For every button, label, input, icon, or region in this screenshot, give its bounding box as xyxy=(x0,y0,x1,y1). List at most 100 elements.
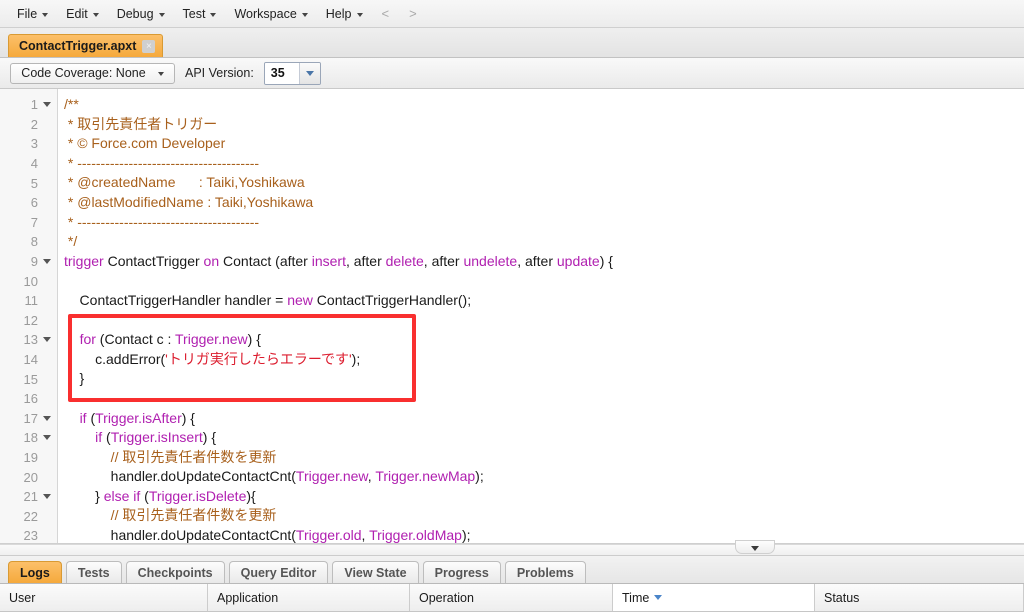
code-line[interactable]: * 取引先責任者トリガー xyxy=(64,115,1024,135)
column-header-label: Time xyxy=(622,590,650,605)
editor-tab-contacttrigger[interactable]: ContactTrigger.apxt × xyxy=(8,34,164,57)
line-number-row: 22 xyxy=(0,506,57,526)
code-token-pln: , after xyxy=(423,252,464,269)
code-token-pln: ContactTriggerHandler(); xyxy=(312,291,472,308)
bottom-tab-label: Checkpoints xyxy=(137,565,213,580)
api-version-select[interactable]: 35 xyxy=(263,61,321,85)
code-coverage-dropdown[interactable]: Code Coverage: None xyxy=(10,62,175,84)
column-header-time[interactable]: Time xyxy=(613,584,815,611)
line-number: 23 xyxy=(23,528,38,544)
fold-toggle-icon[interactable] xyxy=(41,337,53,343)
sort-descending-icon xyxy=(654,595,663,600)
line-number: 13 xyxy=(23,332,38,348)
code-token-cmt: /** xyxy=(64,96,79,112)
code-line[interactable]: c.addError('トリガ実行したらエラーです'); xyxy=(64,350,1024,370)
code-token-kw: undelete xyxy=(463,252,518,269)
column-header-status[interactable]: Status xyxy=(815,584,1024,611)
line-number-row: 20 xyxy=(0,467,57,487)
code-line[interactable]: if (Trigger.isInsert) { xyxy=(64,428,1024,448)
column-header-user[interactable]: User xyxy=(0,584,208,611)
code-line[interactable]: * --------------------------------------… xyxy=(64,154,1024,174)
api-version-value: 35 xyxy=(264,62,299,84)
menu-item-file[interactable]: File xyxy=(8,5,57,23)
code-line[interactable]: * --------------------------------------… xyxy=(64,213,1024,233)
code-line[interactable] xyxy=(64,311,1024,331)
code-token-pln: ContactTrigger xyxy=(103,252,204,269)
line-number-row: 8 xyxy=(0,232,57,252)
column-header-label: User xyxy=(9,590,36,605)
code-line[interactable]: ContactTriggerHandler handler = new Cont… xyxy=(64,291,1024,311)
line-number-row: 6 xyxy=(0,193,57,213)
code-token-kw: Trigger.oldMap xyxy=(369,527,462,543)
fold-toggle-icon[interactable] xyxy=(41,415,53,421)
code-line[interactable]: handler.doUpdateContactCnt(Trigger.new, … xyxy=(64,467,1024,487)
line-number-row: 23 xyxy=(0,526,57,544)
code-token-kw: update xyxy=(556,252,600,269)
editor-toolbar: Code Coverage: None API Version: 35 xyxy=(0,58,1024,89)
code-line[interactable]: * © Force.com Developer xyxy=(64,134,1024,154)
code-line[interactable] xyxy=(64,271,1024,291)
code-editor[interactable]: 1 2 3 4 5 6 7 8 9 10 11 12 13 14 15 16 17 18 19 20 21 22 23 /*… xyxy=(0,89,1024,544)
code-token-pln: , after xyxy=(517,252,557,269)
code-token-kw: Trigger.new xyxy=(175,331,248,348)
bottom-tab-progress[interactable]: Progress xyxy=(422,561,501,583)
code-content[interactable]: /** * 取引先責任者トリガー * © Force.com Developer… xyxy=(58,89,1024,543)
code-token-pln: ); xyxy=(461,527,471,543)
line-number: 10 xyxy=(23,273,38,289)
bottom-tab-label: Progress xyxy=(434,565,489,580)
column-header-operation[interactable]: Operation xyxy=(410,584,613,611)
code-token-pln: ) { xyxy=(599,252,613,269)
nav-previous-icon[interactable]: < xyxy=(372,4,400,23)
bottom-tab-checkpoints[interactable]: Checkpoints xyxy=(125,561,225,583)
code-line[interactable]: // 取引先責任者件数を更新 xyxy=(64,506,1024,526)
menu-item-workspace[interactable]: Workspace xyxy=(225,5,316,23)
menu-item-workspace-label: Workspace xyxy=(234,6,297,21)
line-number-row: 12 xyxy=(0,311,57,331)
editor-tab-strip: ContactTrigger.apxt × xyxy=(0,28,1024,58)
line-number-row: 1 xyxy=(0,95,57,115)
code-line[interactable]: // 取引先責任者件数を更新 xyxy=(64,448,1024,468)
fold-toggle-icon[interactable] xyxy=(41,102,53,108)
code-token-kw: else if xyxy=(103,487,141,504)
menu-item-edit[interactable]: Edit xyxy=(57,5,108,23)
bottom-tab-problems[interactable]: Problems xyxy=(504,561,586,583)
code-token-str: 'トリガ実行したらエラーです' xyxy=(165,350,352,367)
code-token-pln xyxy=(64,429,95,445)
line-number: 4 xyxy=(30,156,38,172)
menu-item-test[interactable]: Test xyxy=(174,5,226,23)
code-line[interactable]: } xyxy=(64,369,1024,389)
code-line[interactable]: } else if (Trigger.isDelete){ xyxy=(64,487,1024,507)
bottom-tab-view-state[interactable]: View State xyxy=(332,561,419,583)
fold-toggle-icon[interactable] xyxy=(41,494,53,500)
code-token-kw: Trigger.isAfter xyxy=(95,409,182,426)
line-number: 6 xyxy=(30,195,38,211)
code-line[interactable]: */ xyxy=(64,232,1024,252)
nav-next-icon[interactable]: > xyxy=(399,4,427,23)
column-header-application[interactable]: Application xyxy=(208,584,410,611)
code-line[interactable]: for (Contact c : Trigger.new) { xyxy=(64,330,1024,350)
code-line[interactable]: handler.doUpdateContactCnt(Trigger.old, … xyxy=(64,526,1024,543)
chevron-down-icon xyxy=(158,12,165,17)
bottom-tab-query-editor[interactable]: Query Editor xyxy=(228,561,329,583)
menu-item-help[interactable]: Help xyxy=(317,5,372,23)
bottom-tab-logs[interactable]: Logs xyxy=(8,561,62,583)
code-line[interactable]: trigger ContactTrigger on Contact (after… xyxy=(64,252,1024,272)
code-token-pln: ContactTriggerHandler handler = xyxy=(64,291,288,308)
code-line[interactable]: * @lastModifiedName : Taiki,Yoshikawa xyxy=(64,193,1024,213)
fold-toggle-icon[interactable] xyxy=(41,259,53,265)
code-token-cmt: * --------------------------------------… xyxy=(64,213,260,230)
code-token-kw: Trigger.newMap xyxy=(375,468,476,485)
menu-item-debug[interactable]: Debug xyxy=(108,5,174,23)
code-line[interactable]: if (Trigger.isAfter) { xyxy=(64,409,1024,429)
chevron-down-icon xyxy=(356,12,363,17)
bottom-tab-tests[interactable]: Tests xyxy=(65,561,122,583)
line-number-row: 7 xyxy=(0,213,57,233)
line-number-gutter: 1 2 3 4 5 6 7 8 9 10 11 12 13 14 15 16 17 18 19 20 21 22 23 xyxy=(0,89,58,543)
code-line[interactable]: /** xyxy=(64,95,1024,115)
code-line[interactable]: * @createdName : Taiki,Yoshikawa xyxy=(64,173,1024,193)
code-line[interactable] xyxy=(64,389,1024,409)
close-icon[interactable]: × xyxy=(142,39,156,53)
code-token-kw: delete xyxy=(385,252,424,269)
fold-toggle-icon[interactable] xyxy=(41,435,53,441)
panel-splitter[interactable] xyxy=(0,540,1024,556)
